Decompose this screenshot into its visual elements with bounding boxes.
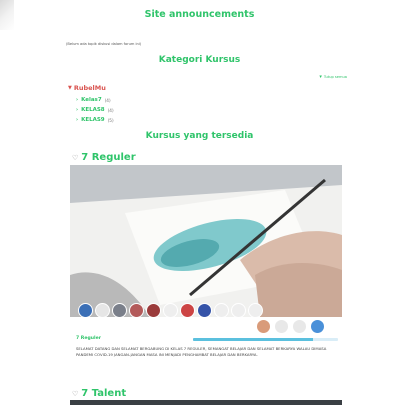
category-item-count: (4): [107, 107, 114, 113]
course-categories-heading: Kategori Kursus: [158, 55, 241, 65]
course-progress-fill: [193, 338, 314, 341]
category-item-kelas8[interactable]: › KELAS8 (4): [76, 105, 114, 115]
category-item-label: KELAS9: [81, 117, 105, 123]
category-item-label: KELAS8: [81, 107, 105, 113]
participant-avatars-extra: [256, 319, 325, 334]
avatar[interactable]: [214, 303, 229, 318]
collapse-icon: ▾: [319, 74, 322, 80]
course-title-7-reguler[interactable]: ♡ 7 Reguler: [72, 152, 136, 163]
category-item-count: (5): [107, 117, 114, 123]
category-item-kelas7[interactable]: › Kelas7 (4): [76, 95, 114, 105]
course-icon: ♡: [72, 153, 79, 162]
chevron-right-icon: ›: [76, 97, 79, 103]
avatar[interactable]: [256, 319, 271, 334]
course-icon: ♡: [72, 389, 79, 398]
avatar[interactable]: [292, 319, 307, 334]
chevron-right-icon: ›: [76, 107, 79, 113]
avatar[interactable]: [95, 303, 110, 318]
avatar[interactable]: [146, 303, 161, 318]
chevron-right-icon: ›: [76, 117, 79, 123]
category-list: › Kelas7 (4) › KELAS8 (4) › KELAS9 (5): [76, 95, 114, 125]
category-item-label: Kelas7: [81, 97, 102, 103]
avatar[interactable]: [310, 319, 325, 334]
course-summary: Selamat datang dan selamat bergabung di …: [76, 346, 327, 357]
collapse-all-label: Tutup semua: [323, 75, 347, 79]
category-item-count: (4): [104, 97, 111, 103]
category-root-rubelmu[interactable]: ▼ RubelMu: [68, 84, 106, 92]
collapse-all-link[interactable]: ▾ Tutup semua: [319, 74, 347, 80]
course-image-2[interactable]: [70, 400, 342, 405]
course-progress-bar: [193, 338, 338, 341]
category-root-label: RubelMu: [73, 84, 106, 92]
participant-avatars: [78, 303, 263, 318]
avatar[interactable]: [78, 303, 93, 318]
avatar[interactable]: [248, 303, 263, 318]
avatar[interactable]: [112, 303, 127, 318]
course-title-label: 7 Talent: [81, 388, 127, 399]
avatar[interactable]: [274, 319, 289, 334]
course-card-name[interactable]: 7 Reguler: [76, 336, 101, 341]
caret-down-icon: ▼: [68, 85, 72, 91]
available-courses-heading: Kursus yang tersedia: [145, 131, 254, 141]
forum-empty-note: (Belum ada topik diskusi dalam forum ini…: [66, 42, 142, 46]
course-title-label: 7 Reguler: [81, 152, 136, 163]
site-announcements-heading: Site announcements: [144, 9, 255, 20]
course-image[interactable]: [70, 165, 342, 317]
avatar[interactable]: [129, 303, 144, 318]
category-item-kelas9[interactable]: › KELAS9 (5): [76, 115, 114, 125]
avatar[interactable]: [231, 303, 246, 318]
painting-illustration: [70, 165, 342, 317]
avatar[interactable]: [180, 303, 195, 318]
avatar[interactable]: [163, 303, 178, 318]
avatar[interactable]: [197, 303, 212, 318]
course-title-7-talent[interactable]: ♡ 7 Talent: [72, 388, 126, 399]
